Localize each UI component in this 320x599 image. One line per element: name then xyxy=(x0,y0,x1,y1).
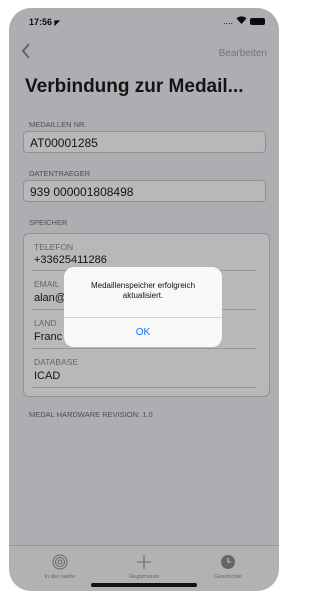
alert-ok-button[interactable]: OK xyxy=(64,318,222,347)
home-indicator[interactable] xyxy=(91,583,197,587)
alert-message: Medaillenspeicher erfolgreich aktualisie… xyxy=(90,281,196,300)
success-alert: Medaillenspeicher erfolgreich aktualisie… xyxy=(64,267,222,347)
app-screen: 17:56 ◤ .... Bearbeiten Verbindung zur M… xyxy=(9,8,279,591)
